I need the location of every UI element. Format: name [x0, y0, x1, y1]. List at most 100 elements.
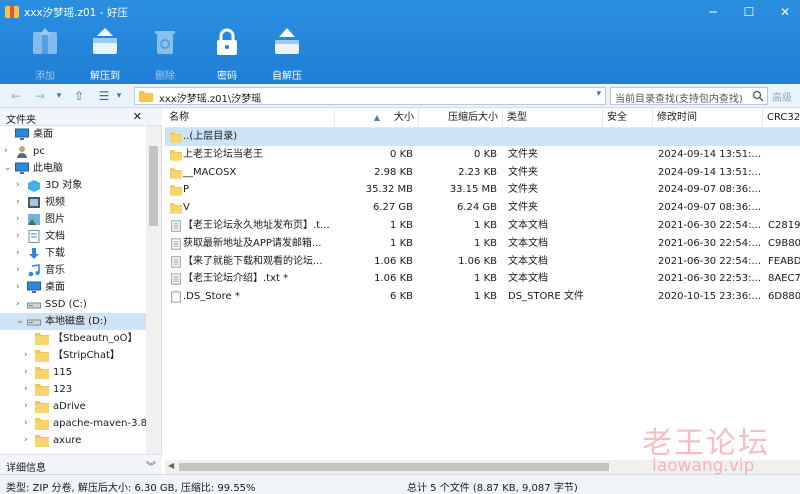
search-input[interactable]: 当前目录查找(支持包内查找) [610, 87, 768, 105]
tree-expander[interactable]: › [24, 381, 34, 398]
tree-item[interactable]: › 123 [0, 381, 146, 398]
tree-item[interactable]: › aDrive [0, 398, 146, 415]
folder-pane: 文件夹 ✕ 桌面 › pc ⌄ 此电脑 › 3D 对象 › 视频 › 图片 › 文档 › 下载 › 音乐 › 桌面 ›… [0, 108, 162, 474]
tree-item[interactable]: › axure [0, 432, 146, 449]
tree-expander[interactable]: ⌄ [4, 160, 14, 177]
tree-item[interactable]: › 115 [0, 364, 146, 381]
folder-tree-scrollbar[interactable] [146, 126, 161, 456]
delete-button[interactable]: 删除 [140, 26, 190, 82]
history-dropdown[interactable]: ▾ [54, 87, 64, 105]
minimize-button[interactable]: ─ [698, 0, 728, 24]
tree-expander[interactable]: › [24, 347, 34, 364]
tree-item[interactable]: › 3D 对象 [0, 177, 146, 194]
details-toggle-icon[interactable]: ︾ [146, 458, 156, 473]
view-mode-button[interactable]: ☰ [96, 87, 112, 105]
maximize-button[interactable]: ☐ [734, 0, 764, 24]
text-file-icon [171, 220, 181, 232]
advanced-search-link[interactable]: 高级 [772, 89, 792, 104]
details-pane-header[interactable]: 详细信息 ︾ [0, 454, 162, 474]
view-mode-dropdown[interactable]: ▾ [114, 87, 124, 105]
cell-packed: 1 KB [474, 273, 497, 285]
table-row[interactable]: ..(上层目录) [165, 128, 800, 146]
cell-size: 6 KB [390, 291, 413, 303]
tree-item[interactable]: ⌄ 此电脑 [0, 160, 146, 177]
tree-item[interactable]: › apache-maven-3.8.6 [0, 415, 146, 432]
tree-item[interactable]: 【Stbeautn_oO】 [0, 330, 146, 347]
tree-item[interactable]: › 文档 [0, 228, 146, 245]
table-row[interactable]: 上老王论坛当老王 0 KB 0 KB 文件夹 2024-09-14 13:51:... [165, 146, 800, 164]
self-extract-button[interactable]: 自解压 [262, 26, 312, 82]
scrollbar-thumb[interactable] [179, 463, 609, 471]
table-row[interactable]: P 35.32 MB 33.15 MB 文件夹 2024-09-07 08:36:... [165, 181, 800, 199]
table-row[interactable]: V 6.27 GB 6.24 GB 文件夹 2024-09-07 08:36:... [165, 199, 800, 217]
cell-size: 0 KB [390, 148, 413, 160]
tree-item[interactable]: › pc [0, 143, 146, 160]
desktop-icon [27, 281, 41, 293]
tree-expander[interactable]: › [16, 279, 26, 296]
column-size-label: 大小 [394, 112, 414, 123]
folder-pane-header: 文件夹 ✕ [0, 108, 162, 126]
cell-mtime: 2024-09-14 13:51:... [658, 166, 762, 178]
file-total: 总计 5 个文件 (8.87 KB, 9,087 字节) [407, 483, 578, 494]
table-row[interactable]: .DS_Store * 6 KB 1 KB DS_STORE 文件 2020-10-15… [165, 288, 800, 306]
tree-expander[interactable]: › [16, 177, 26, 194]
tree-item[interactable]: › 桌面 [0, 279, 146, 296]
tree-expander[interactable]: › [24, 364, 34, 381]
column-security[interactable]: 安全 [603, 108, 653, 128]
column-size[interactable]: ▲ 大小 [335, 108, 419, 128]
tree-expander[interactable]: ⌄ [16, 313, 26, 330]
music-icon [28, 264, 40, 277]
tree-expander[interactable]: › [16, 228, 26, 245]
cell-mtime: 2024-09-14 13:51:... [658, 148, 762, 160]
column-type-label: 类型 [507, 112, 527, 123]
search-icon[interactable] [752, 90, 764, 102]
folder-pane-close-button[interactable]: ✕ [133, 110, 142, 123]
tree-expander[interactable]: › [16, 262, 26, 279]
forward-button[interactable]: → [32, 87, 48, 105]
scroll-left-icon[interactable]: ◀ [168, 461, 174, 470]
column-type[interactable]: 类型 [503, 108, 603, 128]
back-button[interactable]: ← [8, 87, 24, 105]
tree-expander[interactable]: › [4, 143, 14, 160]
tree-item[interactable]: › SSD (C:) [0, 296, 146, 313]
tree-item-label: pc [33, 146, 45, 157]
tree-expander[interactable]: › [16, 296, 26, 313]
password-button[interactable]: 密码 [202, 26, 252, 82]
address-field[interactable]: xxx汐梦瑶.z01\汐梦瑶 ▾ [134, 87, 606, 105]
column-name[interactable]: 名称 [165, 108, 335, 128]
close-button[interactable]: ✕ [770, 0, 800, 24]
tree-item[interactable]: › 【StripChat】 [0, 347, 146, 364]
column-modified-label: 修改时间 [657, 112, 697, 123]
tree-item[interactable]: › 下载 [0, 245, 146, 262]
tree-item[interactable]: › 视频 [0, 194, 146, 211]
column-modified[interactable]: 修改时间 [653, 108, 763, 128]
cell-type: 文本文档 [508, 273, 548, 285]
pictures-icon [28, 214, 40, 225]
column-packed-size[interactable]: 压缩后大小 [419, 108, 503, 128]
tree-expander[interactable]: › [16, 194, 26, 211]
address-bar-row: ← → ▾ ⇧ ☰ ▾ xxx汐梦瑶.z01\汐梦瑶 ▾ 当前目录查找(支持包内… [0, 84, 800, 108]
tree-expander[interactable]: › [24, 415, 34, 432]
table-row[interactable]: 获取最新地址及APP请发邮箱... 1 KB 1 KB 文本文档 2021-06-30 … [165, 235, 800, 253]
tree-expander[interactable]: › [24, 432, 34, 449]
column-crc32[interactable]: CRC32 [763, 108, 800, 128]
table-row[interactable]: 【老王论坛介绍】.txt * 1.06 KB 1 KB 文本文档 2021-06-30 … [165, 270, 800, 288]
desktop-icon [15, 128, 29, 140]
tree-expander[interactable]: › [16, 245, 26, 262]
up-folder-button[interactable]: ⇧ [70, 87, 88, 105]
title-bar: xxx汐梦瑶.z01 - 好压 ─ ☐ ✕ [0, 0, 800, 24]
tree-item[interactable]: › 音乐 [0, 262, 146, 279]
tree-expander[interactable]: › [16, 211, 26, 228]
tree-item[interactable]: 桌面 [0, 126, 146, 143]
add-button[interactable]: 添加 [20, 26, 70, 82]
table-row[interactable]: 【来了就能下载和观看的论坛... 1.06 KB 1.06 KB 文本文档 2021-0… [165, 253, 800, 271]
tree-item[interactable]: › 图片 [0, 211, 146, 228]
scrollbar-thumb[interactable] [149, 146, 158, 226]
extract-to-button[interactable]: 解压到 [80, 26, 130, 82]
table-row[interactable]: 【老王论坛永久地址发布页】.t... 1 KB 1 KB 文本文档 2021-06-30… [165, 217, 800, 235]
table-row[interactable]: __MACOSX 2.98 KB 2.23 KB 文件夹 2024-09-14 13:5… [165, 164, 800, 182]
address-dropdown[interactable]: ▾ [596, 89, 601, 99]
extract-to-icon [93, 28, 117, 54]
tree-item[interactable]: ⌄ 本地磁盘 (D:) [0, 313, 146, 330]
tree-expander[interactable]: › [24, 398, 34, 415]
